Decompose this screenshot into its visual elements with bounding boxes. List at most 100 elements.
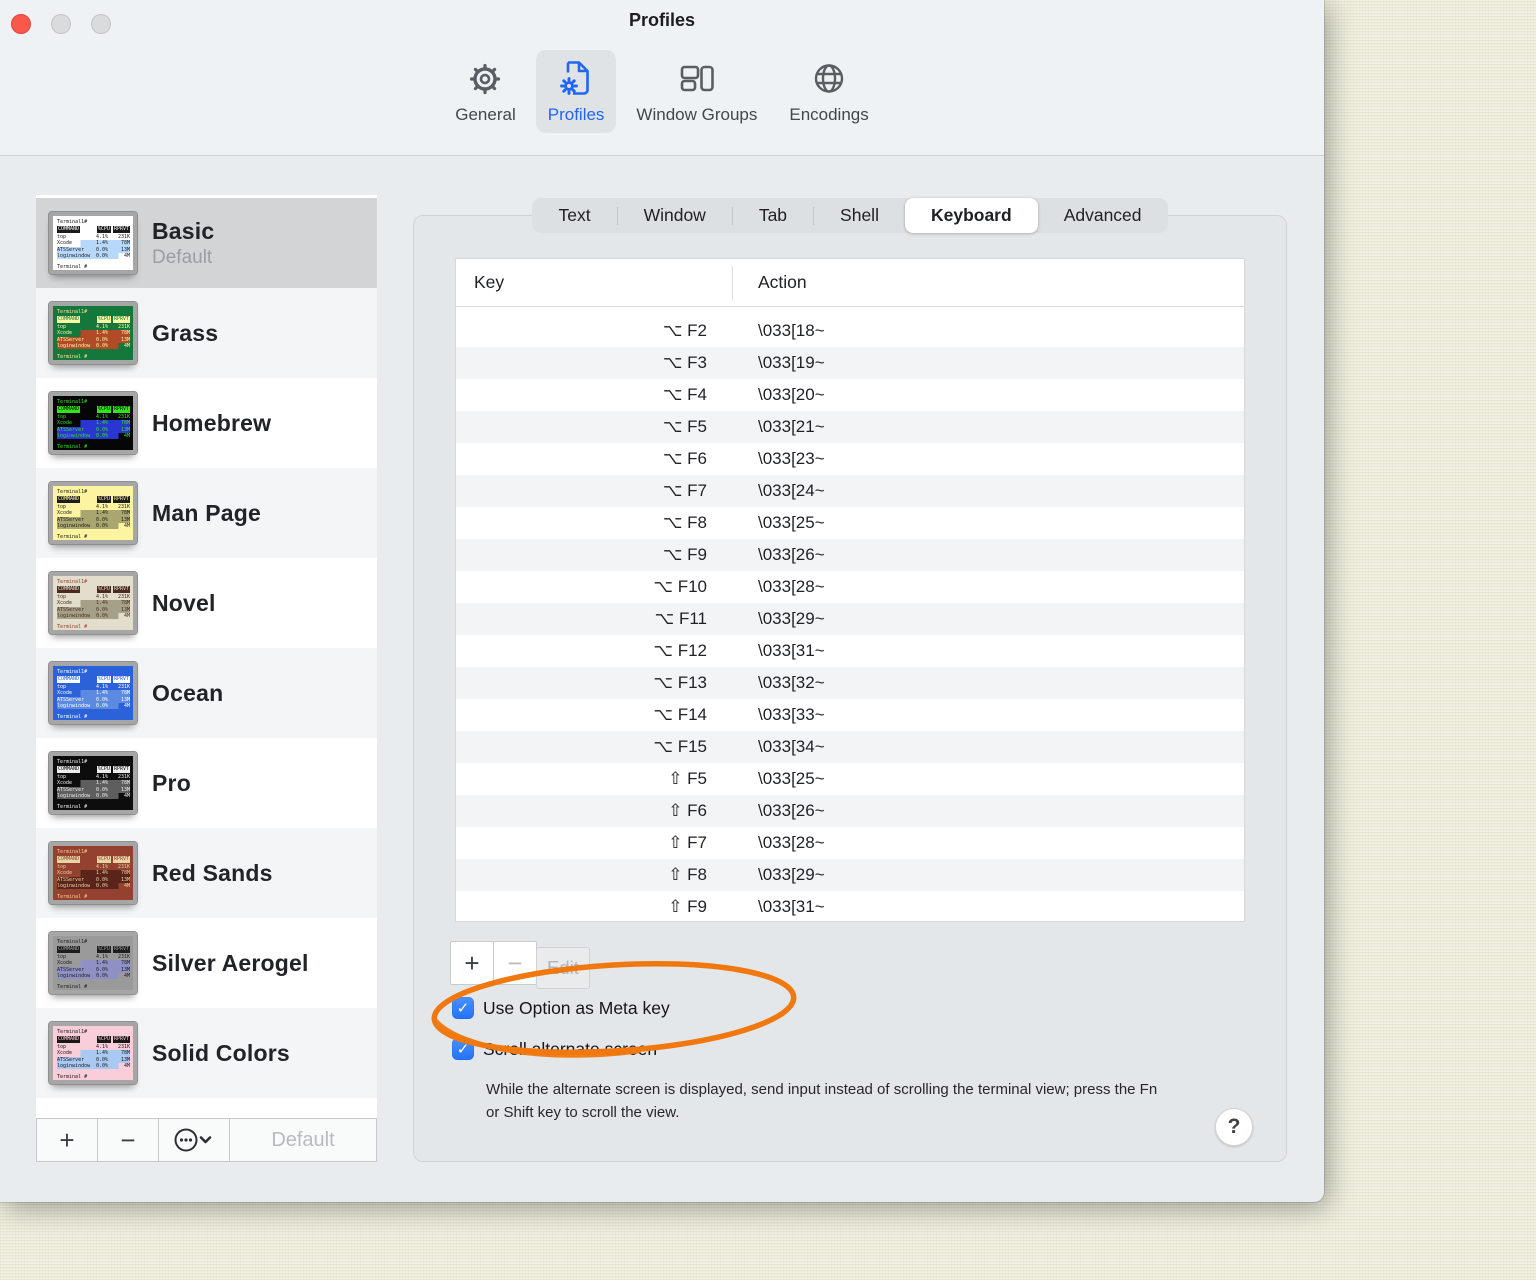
profile-name: Grass bbox=[152, 319, 219, 346]
column-header-action[interactable]: Action bbox=[758, 272, 807, 293]
action-cell: \033[29~ bbox=[758, 865, 825, 884]
table-row[interactable]: ⌥ F12 \033[31~ bbox=[456, 635, 1244, 667]
table-row[interactable]: ⌥ F4 \033[20~ bbox=[456, 379, 1244, 411]
toolbar-item-encodings[interactable]: Encodings bbox=[777, 50, 880, 133]
table-row[interactable]: ⌥ F10 \033[28~ bbox=[456, 571, 1244, 603]
tab-advanced[interactable]: Advanced bbox=[1038, 198, 1168, 233]
use-option-as-meta-key-checkbox[interactable]: ✓ bbox=[452, 997, 474, 1019]
table-row[interactable]: ⇧ F7 \033[28~ bbox=[456, 827, 1244, 859]
profile-row-ocean[interactable]: Terminal1# COMMAND %CPU RPRVT top 4.1% 231K Xco… bbox=[36, 648, 377, 738]
profile-row-homebrew[interactable]: Terminal1# COMMAND %CPU RPRVT top 4.1% 231K Xco… bbox=[36, 378, 377, 468]
key-cell: ⌥ F7 bbox=[662, 481, 707, 500]
table-row[interactable]: ⌥ F7 \033[24~ bbox=[456, 475, 1244, 507]
profile-thumbnail-solid-colors: Terminal1# COMMAND %CPU RPRVT top 4.1% 231K Xco… bbox=[48, 1021, 138, 1085]
key-cell: ⌥ F5 bbox=[662, 417, 707, 436]
table-header: Key Action bbox=[456, 259, 1244, 307]
column-divider[interactable] bbox=[732, 266, 733, 300]
profile-row-solid-colors[interactable]: Terminal1# COMMAND %CPU RPRVT top 4.1% 231K Xco… bbox=[36, 1008, 377, 1098]
profile-subtitle: Default bbox=[152, 246, 213, 268]
table-row[interactable]: ⌥ F14 \033[33~ bbox=[456, 699, 1244, 731]
toolbar-item-window-groups[interactable]: Window Groups bbox=[624, 50, 769, 133]
table-row[interactable]: ⌥ F5 \033[21~ bbox=[456, 411, 1244, 443]
profile-row-grass[interactable]: Terminal1# COMMAND %CPU RPRVT top 4.1% 231K Xco… bbox=[36, 288, 377, 378]
settings-tabs-wrap: Text Window Tab Shell Keyboard Advanced bbox=[413, 198, 1287, 233]
action-cell: \033[25~ bbox=[758, 513, 825, 532]
action-cell: \033[26~ bbox=[758, 545, 825, 564]
profile-row-red-sands[interactable]: Terminal1# COMMAND %CPU RPRVT top 4.1% 231K Xco… bbox=[36, 828, 377, 918]
profile-row-pro[interactable]: Terminal1# COMMAND %CPU RPRVT top 4.1% 231K Xco… bbox=[36, 738, 377, 828]
action-cell: \033[31~ bbox=[758, 897, 825, 916]
profile-thumbnail-grass: Terminal1# COMMAND %CPU RPRVT top 4.1% 231K Xco… bbox=[48, 301, 138, 365]
table-row[interactable]: ⌥ F2 \033[18~ bbox=[456, 315, 1244, 347]
key-cell: ⇧ F7 bbox=[668, 833, 707, 852]
key-cell: ⇧ F9 bbox=[668, 897, 707, 916]
toolbar-item-profiles[interactable]: Profiles bbox=[535, 50, 617, 133]
preferences-toolbar: General Profiles Window Groups Encodings bbox=[0, 50, 1324, 133]
profile-name: Basic bbox=[152, 217, 215, 244]
action-cell: \033[23~ bbox=[758, 449, 825, 468]
profile-name: Pro bbox=[152, 769, 191, 796]
table-row[interactable]: ⇧ F8 \033[29~ bbox=[456, 859, 1244, 891]
scroll-alternate-screen-checkbox[interactable]: ✓ bbox=[452, 1038, 474, 1060]
column-header-key[interactable]: Key bbox=[456, 272, 504, 293]
key-cell: ⌥ F12 bbox=[653, 641, 707, 660]
tab-keyboard[interactable]: Keyboard bbox=[904, 198, 1038, 233]
profile-list-toolbar: + − Default bbox=[36, 1118, 377, 1162]
profile-name: Homebrew bbox=[152, 409, 272, 436]
action-cell: \033[18~ bbox=[758, 321, 825, 340]
tab-tab[interactable]: Tab bbox=[733, 198, 813, 233]
key-cell: ⌥ F15 bbox=[653, 737, 707, 756]
tab-text[interactable]: Text bbox=[532, 198, 616, 233]
help-button[interactable]: ? bbox=[1215, 1108, 1253, 1146]
key-cell: ⌥ F8 bbox=[662, 513, 707, 532]
keyboard-shortcuts-table[interactable]: Key Action ⌥ F2 \033[18~ ⌥ F3 \033[19~ ⌥ F4 \… bbox=[455, 258, 1245, 922]
profile-thumbnail-basic: Terminal1# COMMAND %CPU RPRVT top 4.1% 231K Xco… bbox=[48, 211, 138, 275]
window-title: Profiles bbox=[628, 10, 696, 30]
profile-row-man-page[interactable]: Terminal1# COMMAND %CPU RPRVT top 4.1% 231K Xco… bbox=[36, 468, 377, 558]
add-profile-button[interactable]: + bbox=[37, 1119, 98, 1161]
profile-row-basic[interactable]: Terminal1# COMMAND %CPU RPRVT top 4.1% 231K Xco… bbox=[36, 198, 377, 288]
profile-thumbnail-red-sands: Terminal1# COMMAND %CPU RPRVT top 4.1% 231K Xco… bbox=[48, 841, 138, 905]
table-row[interactable]: ⌥ F8 \033[25~ bbox=[456, 507, 1244, 539]
key-cell: ⌥ F4 bbox=[662, 385, 707, 404]
action-cell: \033[26~ bbox=[758, 801, 825, 820]
tab-window[interactable]: Window bbox=[618, 198, 732, 233]
remove-profile-button[interactable]: − bbox=[98, 1119, 159, 1161]
ellipsis-circle-chevron-icon bbox=[174, 1128, 212, 1152]
profile-row-silver-aerogel[interactable]: Terminal1# COMMAND %CPU RPRVT top 4.1% 231K Xco… bbox=[36, 918, 377, 1008]
table-row[interactable]: ⌥ F11 \033[29~ bbox=[456, 603, 1244, 635]
alternate-screen-help-text: While the alternate screen is displayed,… bbox=[486, 1081, 1158, 1121]
profile-actions-menu-button[interactable] bbox=[159, 1119, 230, 1161]
add-key-button[interactable]: + bbox=[450, 941, 494, 985]
default-profile-button[interactable]: Default bbox=[230, 1119, 376, 1161]
table-row[interactable]: ⌥ F9 \033[26~ bbox=[456, 539, 1244, 571]
table-row[interactable]: ⇧ F6 \033[26~ bbox=[456, 795, 1244, 827]
table-row[interactable]: ⌥ F13 \033[32~ bbox=[456, 667, 1244, 699]
toolbar-label-profiles: Profiles bbox=[547, 105, 605, 124]
use-option-as-meta-key-label: Use Option as Meta key bbox=[483, 997, 670, 1018]
action-cell: \033[34~ bbox=[758, 737, 825, 756]
gear-icon bbox=[462, 56, 508, 102]
key-cell: ⇧ F8 bbox=[668, 865, 707, 884]
action-cell: \033[25~ bbox=[758, 769, 825, 788]
preferences-window: Profiles General Profiles Window Groups … bbox=[0, 0, 1324, 1202]
tab-shell[interactable]: Shell bbox=[814, 198, 905, 233]
table-row[interactable]: ⇧ F5 \033[25~ bbox=[456, 763, 1244, 795]
remove-key-button[interactable]: − bbox=[493, 941, 537, 985]
key-cell: ⌥ F3 bbox=[662, 353, 707, 372]
profile-row-novel[interactable]: Terminal1# COMMAND %CPU RPRVT top 4.1% 231K Xco… bbox=[36, 558, 377, 648]
toolbar-label-general: General bbox=[455, 105, 516, 124]
edit-key-button[interactable]: Edit bbox=[536, 947, 590, 989]
table-row[interactable]: ⌥ F3 \033[19~ bbox=[456, 347, 1244, 379]
table-row[interactable]: ⌥ F15 \033[34~ bbox=[456, 731, 1244, 763]
table-row[interactable]: ⇧ F9 \033[31~ bbox=[456, 891, 1244, 923]
action-cell: \033[32~ bbox=[758, 673, 825, 692]
profiles-document-gear-icon bbox=[553, 56, 599, 102]
toolbar-item-general[interactable]: General bbox=[443, 50, 527, 133]
profile-thumbnail-man-page: Terminal1# COMMAND %CPU RPRVT top 4.1% 231K Xco… bbox=[48, 481, 138, 545]
profile-name: Silver Aerogel bbox=[152, 949, 309, 976]
action-cell: \033[20~ bbox=[758, 385, 825, 404]
scroll-alternate-screen-label: Scroll alternate screen bbox=[483, 1038, 658, 1059]
table-row[interactable]: ⌥ F6 \033[23~ bbox=[456, 443, 1244, 475]
key-cell: ⌥ F6 bbox=[662, 449, 707, 468]
